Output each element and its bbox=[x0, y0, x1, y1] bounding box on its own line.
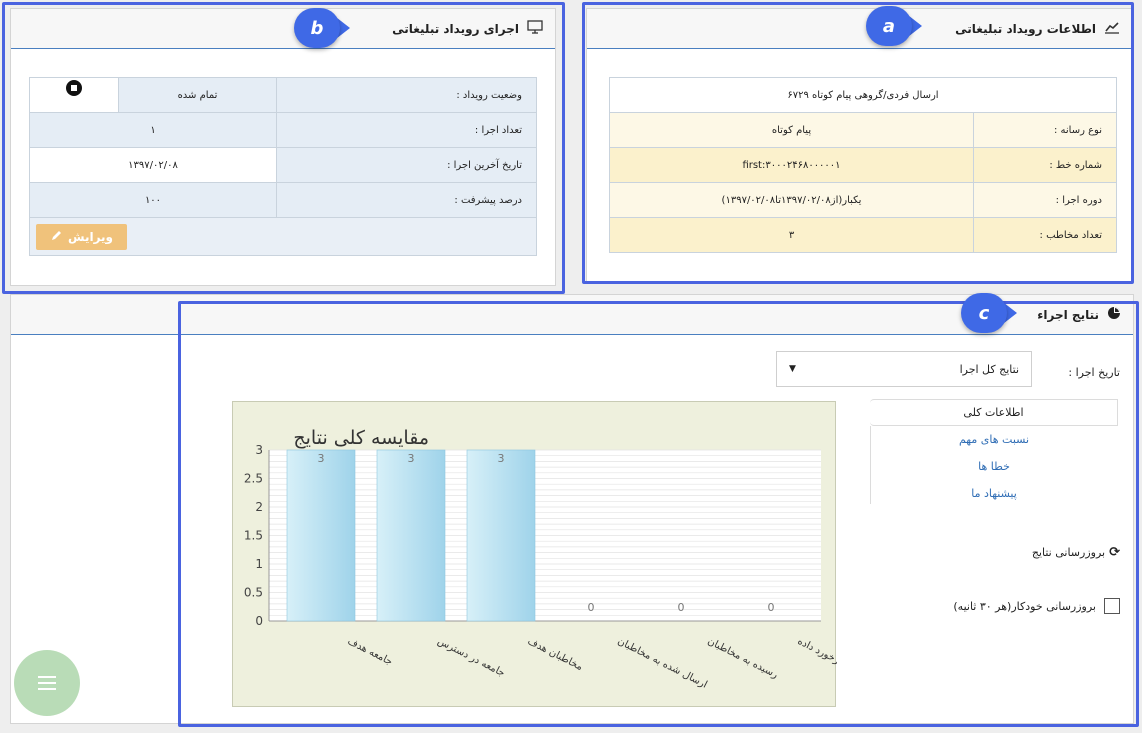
refresh-results-label: بروزرسانی نتایج bbox=[1031, 546, 1106, 559]
progress-label: درصد پیشرفت : bbox=[276, 182, 537, 218]
data-label: 0 bbox=[678, 601, 685, 614]
y-tick-label: 0.5 bbox=[244, 586, 263, 600]
stop-icon[interactable] bbox=[66, 79, 82, 96]
panel-event-info-header: اطلاعات رویداد تبلیغاتی bbox=[587, 9, 1132, 49]
monitor-icon bbox=[527, 20, 543, 37]
data-label: 3 bbox=[408, 452, 415, 465]
x-tick-label: مخاطبان بازخورد داده bbox=[796, 636, 837, 687]
bar bbox=[466, 449, 536, 622]
pencil-icon bbox=[50, 229, 63, 245]
stop-cell bbox=[29, 77, 119, 113]
auto-refresh-label: بروزرسانی خودکار(هر ۳۰ ثانیه) bbox=[953, 599, 1096, 613]
refresh-results-link[interactable]: ⟳ بروزرسانی نتایج bbox=[960, 545, 1120, 560]
y-tick-label: 2.5 bbox=[244, 472, 263, 486]
progress-value: ۱۰۰ bbox=[29, 182, 277, 218]
x-tick-label: ارسال شده به مخاطبان bbox=[616, 636, 709, 691]
line-chart-icon bbox=[1104, 20, 1120, 37]
panel-results-title: نتایج اجراء bbox=[1037, 307, 1099, 322]
bar bbox=[286, 449, 356, 622]
auto-refresh-checkbox[interactable] bbox=[1104, 598, 1120, 614]
status-label: وضعیت رویداد : bbox=[276, 77, 537, 113]
execution-table: وضعیت رویداد : تمام شده تعداد اجرا : ۱ ت… bbox=[29, 77, 537, 256]
run-date-select[interactable]: نتایج کل اجرا ▼ bbox=[776, 351, 1032, 387]
media-type-value: پیام کوتاه bbox=[609, 112, 974, 148]
last-run-value: ۱۳۹۷/۰۲/۰۸ bbox=[29, 147, 277, 183]
line-number-label: شماره خط : bbox=[973, 147, 1117, 183]
callout-c: c bbox=[961, 293, 1017, 333]
panel-execution-header: اجرای رویداد تبلیغاتی bbox=[11, 9, 555, 49]
run-date-select-value: نتایج کل اجرا bbox=[959, 362, 1019, 376]
callout-c-label: c bbox=[961, 293, 1007, 333]
x-tick-label: رسیده به مخاطبان bbox=[706, 636, 780, 681]
x-tick-label: مخاطبان هدف bbox=[526, 636, 585, 673]
y-tick-label: 0 bbox=[255, 614, 263, 628]
tab-general-info[interactable]: اطلاعات کلی bbox=[870, 399, 1118, 426]
callout-b: b bbox=[294, 8, 350, 48]
results-chart: مقایسه کلی نتایج 0 0.5 1 1.5 2 2.5 3 3 جامعه هدف… bbox=[244, 427, 882, 691]
panel-event-info-title: اطلاعات رویداد تبلیغاتی bbox=[955, 21, 1096, 36]
y-tick-label: 1 bbox=[255, 557, 263, 571]
period-value: یکبار(از۱۳۹۷/۰۲/۰۸تا۱۳۹۷/۰۲/۰۸) bbox=[609, 182, 974, 218]
chart-title: مقایسه کلی نتایج bbox=[293, 427, 429, 449]
tab-errors[interactable]: خطا ها bbox=[870, 453, 1118, 480]
run-count-value: ۱ bbox=[29, 112, 277, 148]
data-label: 0 bbox=[768, 601, 775, 614]
x-tick-label: جامعه هدف bbox=[346, 636, 395, 668]
last-run-label: تاریخ آخرین اجرا : bbox=[276, 147, 537, 183]
event-info-table: ارسال فردی/گروهی پیام کوتاه ۶۷۲۹ نوع رسا… bbox=[609, 77, 1117, 253]
event-name: ارسال فردی/گروهی پیام کوتاه ۶۷۲۹ bbox=[609, 77, 1117, 113]
data-label: 3 bbox=[318, 452, 325, 465]
result-tabs: اطلاعات کلی نسبت های مهم خطا ها پیشنهاد … bbox=[870, 399, 1118, 507]
dropdown-arrow-icon: ▼ bbox=[789, 364, 796, 374]
callout-b-label: b bbox=[294, 8, 340, 48]
callout-a-label: a bbox=[866, 6, 912, 46]
y-tick-label: 2 bbox=[255, 500, 263, 514]
edit-row: ویرایش bbox=[29, 217, 537, 256]
panel-event-info: اطلاعات رویداد تبلیغاتی ارسال فردی/گروهی… bbox=[586, 8, 1133, 282]
media-type-label: نوع رسانه : bbox=[973, 112, 1117, 148]
x-tick-label: جامعه در دسترس bbox=[436, 636, 507, 679]
tab-ratios[interactable]: نسبت های مهم bbox=[870, 426, 1118, 453]
data-label: 3 bbox=[498, 452, 505, 465]
callout-a: a bbox=[866, 6, 922, 46]
audience-count-label: تعداد مخاطب : bbox=[973, 217, 1117, 253]
panel-execution-title: اجرای رویداد تبلیغاتی bbox=[392, 21, 519, 36]
pie-chart-icon bbox=[1107, 306, 1121, 323]
y-tick-label: 3 bbox=[255, 443, 263, 457]
status-value: تمام شده bbox=[118, 77, 277, 113]
line-number-value: first:۳۰۰۰۲۴۶۸۰۰۰۰۰۱ bbox=[609, 147, 974, 183]
edit-button-label: ویرایش bbox=[68, 229, 114, 244]
tab-suggestions[interactable]: پیشنهاد ما bbox=[870, 480, 1118, 507]
run-date-label: تاریخ اجرا : bbox=[1068, 366, 1120, 379]
audience-count-value: ۳ bbox=[609, 217, 974, 253]
refresh-icon: ⟳ bbox=[1109, 545, 1120, 560]
period-label: دوره اجرا : bbox=[973, 182, 1117, 218]
tabs-divider bbox=[870, 426, 871, 504]
menu-fab[interactable] bbox=[14, 650, 80, 716]
auto-refresh-row: بروزرسانی خودکار(هر ۳۰ ثانیه) bbox=[880, 598, 1120, 614]
results-chart-wrapper: مقایسه کلی نتایج 0 0.5 1 1.5 2 2.5 3 3 جامعه هدف… bbox=[232, 401, 882, 707]
y-tick-label: 1.5 bbox=[244, 529, 263, 543]
data-label: 0 bbox=[588, 601, 595, 614]
edit-button[interactable]: ویرایش bbox=[36, 223, 128, 250]
bar bbox=[376, 449, 446, 622]
run-count-label: تعداد اجرا : bbox=[276, 112, 537, 148]
menu-icon bbox=[38, 676, 56, 678]
panel-execution: اجرای رویداد تبلیغاتی وضعیت رویداد : تما… bbox=[10, 8, 556, 286]
